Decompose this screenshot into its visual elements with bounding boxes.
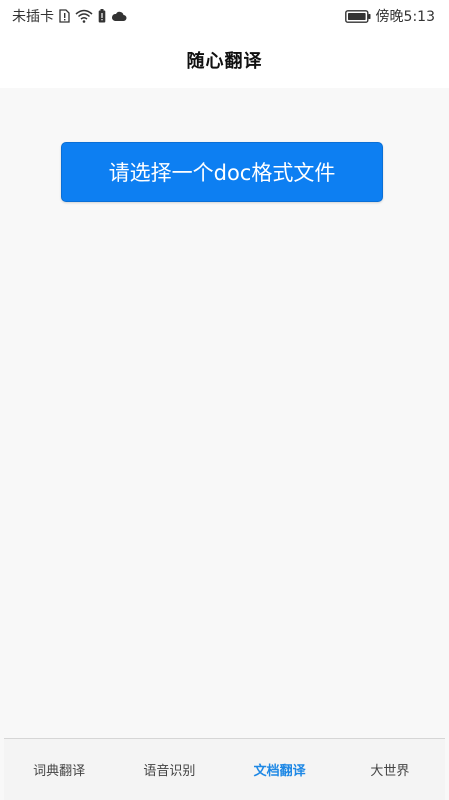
- battery-low-icon: [98, 9, 106, 23]
- tab-big-world[interactable]: 大世界: [335, 739, 445, 800]
- page-title: 随心翻译: [186, 51, 263, 72]
- phone-screen: 未插卡 傍晚5:13 随心翻译 请选择一个doc格式文件 词典翻译 语音识别 文…: [0, 0, 449, 800]
- status-bar: 未插卡 傍晚5:13: [0, 0, 449, 32]
- tab-label: 大世界: [370, 764, 410, 779]
- bottom-nav: 词典翻译 语音识别 文档翻译 大世界: [4, 738, 445, 800]
- sim-alert-icon: [59, 9, 70, 23]
- app-header: 随心翻译: [0, 32, 449, 88]
- tab-label: 文档翻译: [253, 764, 306, 779]
- tab-label: 语音识别: [143, 764, 196, 779]
- status-left: 未插卡: [12, 6, 127, 26]
- wifi-icon: [75, 9, 93, 23]
- select-doc-file-button[interactable]: 请选择一个doc格式文件: [61, 142, 383, 202]
- status-right: 傍晚5:13: [344, 6, 435, 26]
- battery-icon: [344, 9, 371, 23]
- tab-label: 词典翻译: [33, 764, 86, 779]
- tab-document-translate[interactable]: 文档翻译: [225, 739, 335, 800]
- carrier-text: 未插卡: [12, 9, 54, 25]
- clock-text: 傍晚5:13: [375, 9, 435, 25]
- tab-voice-recognition[interactable]: 语音识别: [114, 739, 224, 800]
- main-content: 请选择一个doc格式文件: [0, 88, 449, 738]
- cloud-icon: [111, 10, 127, 22]
- tab-dictionary-translate[interactable]: 词典翻译: [4, 739, 114, 800]
- select-doc-file-label: 请选择一个doc格式文件: [108, 161, 336, 185]
